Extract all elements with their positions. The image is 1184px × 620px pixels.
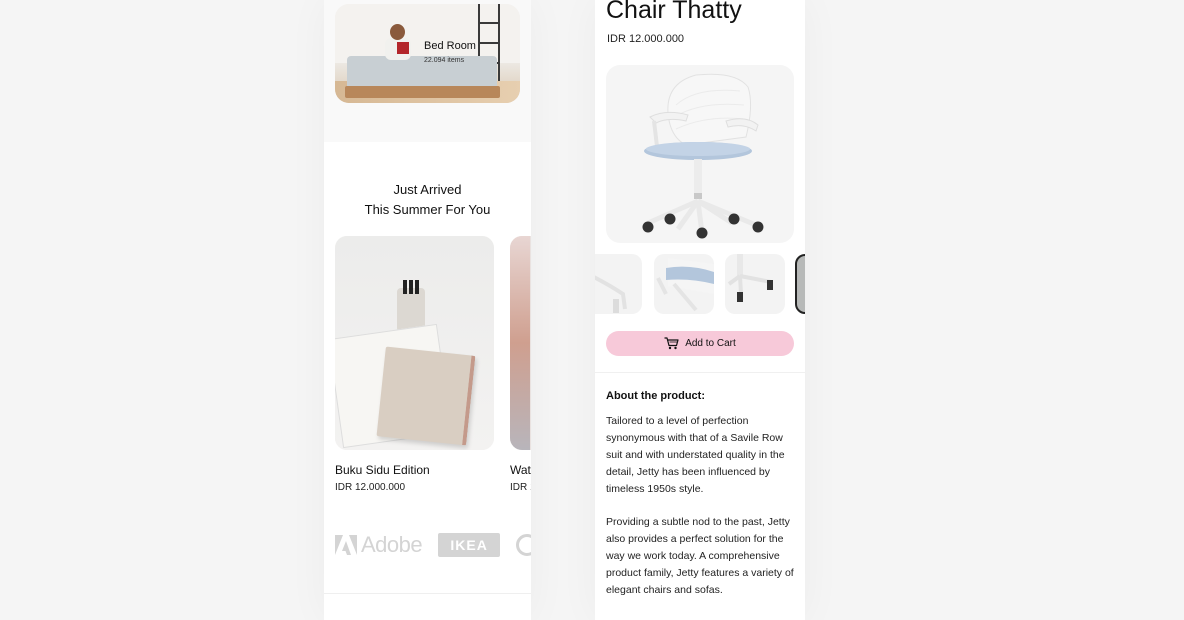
product-image-pencup [397, 280, 425, 330]
thumbnail-2-image [656, 258, 714, 312]
ikea-logo-text: IKEA [450, 537, 488, 553]
adobe-logo: Adobe [335, 532, 423, 558]
chair-image [642, 73, 764, 239]
product-image-second [510, 236, 530, 450]
thumbnail-2[interactable] [654, 254, 714, 314]
category-title: Bed Room [424, 40, 476, 52]
cart-icon [664, 337, 679, 350]
brand-logo-partial [516, 534, 531, 556]
divider [324, 593, 531, 594]
category-count: 22.094 items [424, 57, 465, 64]
product-price: IDR 12.000.000 [335, 482, 406, 493]
product-name: Buku Sidu Edition [335, 463, 430, 477]
product-main-image [606, 65, 794, 243]
add-to-cart-label: Add to Cart [685, 338, 736, 349]
thumbnail-1[interactable] [595, 254, 642, 314]
home-screen: Bed Room 22.094 items Just Arrived This … [324, 0, 531, 620]
just-arrived-line1: Just Arrived [393, 182, 462, 197]
just-arrived-heading: Just Arrived This Summer For You [324, 180, 531, 220]
product-card-buku-sidu[interactable] [335, 236, 494, 450]
category-image-bed-frame [345, 86, 500, 98]
category-image-book [397, 42, 409, 54]
product-thumbnails [595, 254, 805, 314]
category-section: Bed Room 22.094 items [324, 0, 531, 142]
product-detail-screen: Chair Thatty IDR 12.000.000 Add to Cart … [595, 0, 805, 620]
product-name: Wat [510, 463, 531, 477]
adobe-logo-text: Adobe [361, 532, 423, 557]
thumbnail-3-image [727, 254, 773, 302]
product-price: IDR 1 [510, 482, 531, 493]
category-card-bed-room[interactable]: Bed Room 22.094 items [335, 4, 520, 103]
thumbnail-3[interactable] [725, 254, 785, 314]
ikea-logo: IKEA [438, 533, 501, 557]
about-heading: About the product: [606, 390, 705, 402]
category-image-person-head [390, 24, 405, 40]
about-paragraph-2: Providing a subtle nod to the past, Jett… [606, 516, 794, 596]
brand-logos: Adobe IKEA [335, 532, 531, 558]
thumbnail-4-selected[interactable] [795, 254, 805, 314]
thumbnail-1-image [595, 275, 627, 313]
product-title: Chair Thatty [606, 0, 742, 24]
divider [595, 372, 805, 373]
product-card-second[interactable] [510, 236, 531, 450]
product-image-notebook [376, 346, 476, 446]
adobe-mark-icon [335, 535, 357, 555]
just-arrived-line2: This Summer For You [364, 202, 491, 217]
product-price: IDR 12.000.000 [607, 33, 685, 45]
add-to-cart-button[interactable]: Add to Cart [606, 331, 794, 356]
about-paragraph-1: Tailored to a level of perfection synony… [606, 415, 785, 495]
